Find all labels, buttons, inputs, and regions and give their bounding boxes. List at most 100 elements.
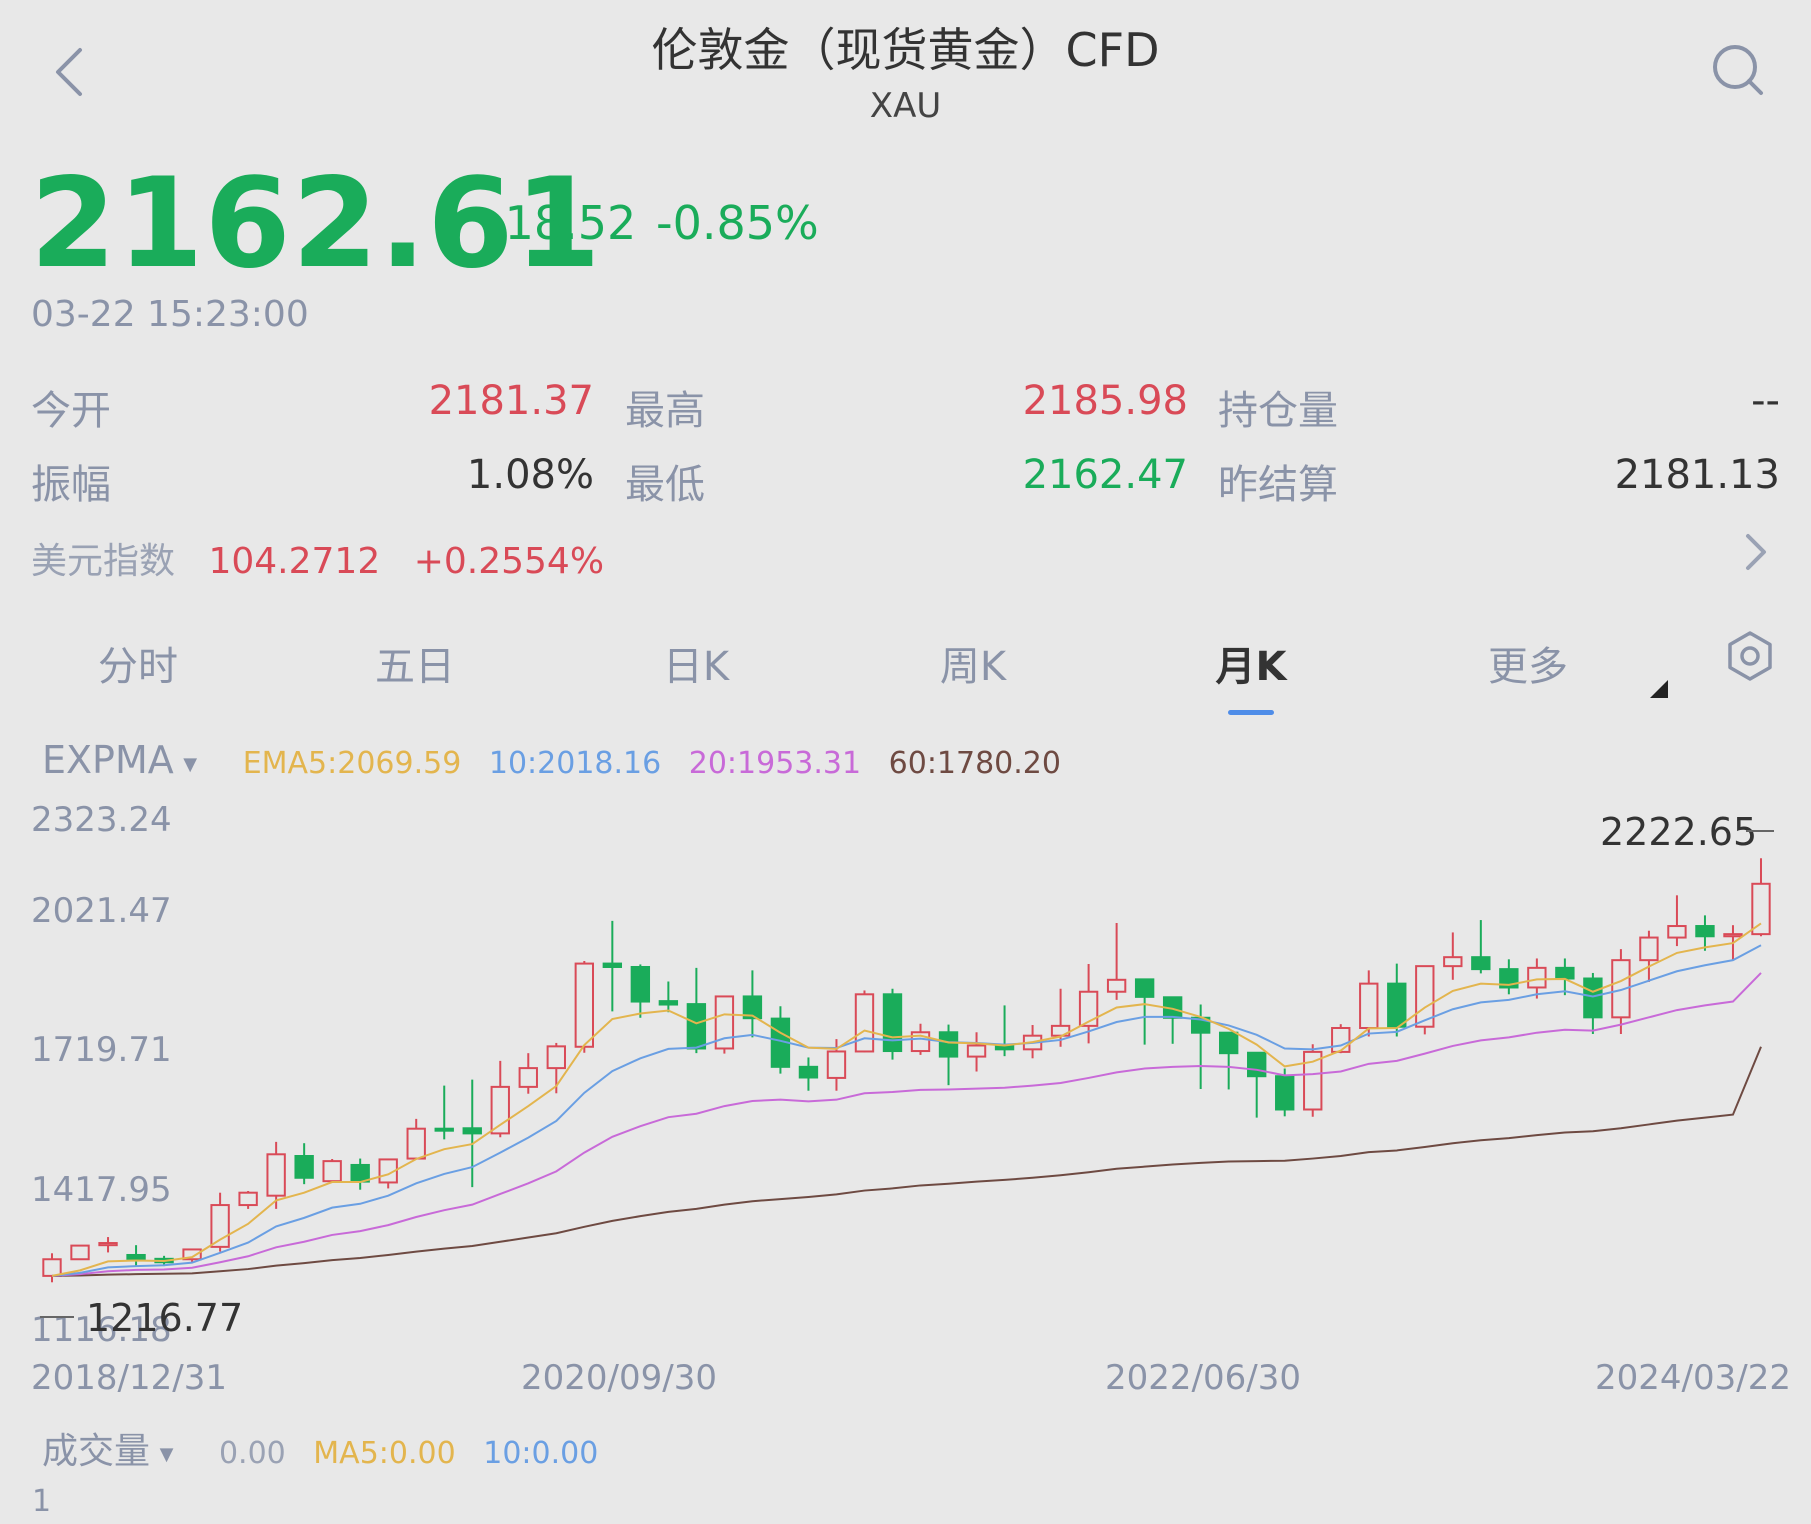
candle-body [518, 1067, 538, 1088]
ema10-value: 10:2018.16 [488, 746, 662, 781]
candle-body [1639, 936, 1659, 962]
page-title: 伦敦金（现货黄金）CFD [651, 23, 1160, 77]
candle-body [1387, 982, 1407, 1028]
ema20-value: 20:1953.31 [688, 746, 862, 781]
tab-daily-k[interactable]: 日K [616, 634, 776, 692]
x-tick-label: 2020/09/30 [521, 1358, 717, 1398]
candle-body [1106, 978, 1127, 993]
open-value: 2181.37 [428, 378, 594, 424]
prev-settle-label: 昨结算 [1218, 462, 1338, 508]
tab-intraday[interactable]: 分时 [58, 634, 218, 692]
candle-body [1667, 925, 1687, 939]
min-price-label: 1216.77 [86, 1296, 244, 1340]
indicator-legend: EXPMA ▼ EMA5:2069.59 10:2018.16 20:1953.… [42, 738, 1079, 782]
indicator-selector[interactable]: EXPMA [42, 738, 174, 782]
low-label: 最低 [625, 462, 705, 508]
x-tick-label: 2024/03/22 [1595, 1358, 1791, 1398]
candle-body [658, 1000, 679, 1006]
candle-body [1471, 956, 1491, 971]
candle-body [1723, 933, 1743, 938]
chart-settings-button[interactable] [1726, 630, 1774, 682]
usd-index-value: 104.2712 [208, 541, 381, 582]
ema60-value: 60:1780.20 [888, 746, 1061, 781]
max-price-tick [1746, 830, 1774, 832]
candle-body [1527, 966, 1547, 989]
active-tab-indicator [1228, 710, 1274, 715]
price-change-percent: -0.85% [656, 196, 819, 250]
candle-body [1303, 1050, 1323, 1111]
chevron-right-icon [1746, 534, 1766, 570]
candle-body [1695, 925, 1715, 938]
candle-body [266, 1153, 286, 1197]
price-change: -18.52 [488, 196, 637, 250]
candle-body [1275, 1075, 1295, 1111]
candle-body [434, 1127, 454, 1132]
tab-weekly-k[interactable]: 周K [893, 634, 1053, 692]
candle-body [854, 993, 875, 1053]
candle-body [490, 1085, 510, 1135]
candle-body [602, 962, 623, 968]
open-interest-label: 持仓量 [1218, 388, 1338, 434]
volume-ma10: 10:0.00 [483, 1436, 599, 1471]
candle-body [1134, 978, 1155, 998]
high-label: 最高 [625, 388, 705, 434]
usd-index-row[interactable]: 美元指数 104.2712 +0.2554% [31, 532, 604, 584]
candle-body [798, 1065, 819, 1079]
candle-body [462, 1127, 482, 1135]
candle-body [630, 965, 651, 1003]
caret-down-icon: ▼ [159, 1444, 174, 1465]
candle-body [1443, 956, 1463, 968]
candle-body [350, 1163, 370, 1183]
tab-monthly-k[interactable]: 月K [1171, 634, 1331, 692]
candle-body [406, 1127, 426, 1160]
search-icon [1713, 45, 1763, 95]
amplitude-label: 振幅 [31, 462, 111, 508]
usd-index-detail-button[interactable] [1736, 528, 1776, 576]
volume-ma5: MA5:0.00 [313, 1436, 456, 1471]
volume-value: 0.00 [218, 1436, 286, 1471]
caret-down-icon: ▼ [183, 754, 198, 775]
volume-legend: 成交量 ▼ 0.00 MA5:0.00 10:0.00 [42, 1422, 598, 1474]
candle-body [1555, 966, 1575, 980]
page-subtitle: XAU [869, 86, 942, 126]
candle-body [1359, 982, 1379, 1030]
usd-index-label: 美元指数 [31, 541, 176, 582]
volume-selector[interactable]: 成交量 [42, 1431, 150, 1472]
settings-icon [1728, 631, 1772, 681]
open-label: 今开 [31, 388, 111, 434]
candle-body [294, 1155, 314, 1179]
candle-body [98, 1242, 118, 1247]
usd-index-change: +0.2554% [413, 541, 605, 582]
candle-body [238, 1191, 258, 1207]
candle-body [70, 1244, 90, 1261]
candle-body [938, 1031, 959, 1058]
ema10-line [51, 944, 1762, 1277]
low-value: 2162.47 [1022, 452, 1188, 498]
candle-body [826, 1050, 847, 1079]
max-price-label: 2222.65 [1600, 810, 1758, 854]
caret-down-icon [1650, 680, 1668, 698]
candle-body [882, 993, 903, 1053]
candle-body [686, 1003, 707, 1050]
candle-body [966, 1044, 987, 1058]
ema20-line [51, 972, 1762, 1277]
tab-more[interactable]: 更多 [1448, 634, 1608, 692]
high-value: 2185.98 [1022, 378, 1188, 424]
volume-axis-label: 1 [32, 1484, 52, 1519]
open-interest-value: -- [1751, 378, 1780, 424]
candle-body [42, 1258, 62, 1277]
candle-body [322, 1160, 342, 1183]
prev-settle-value: 2181.13 [1614, 452, 1780, 498]
amplitude-value: 1.08% [466, 452, 594, 498]
ema5-value: EMA5:2069.59 [242, 746, 462, 781]
candle-body [546, 1045, 566, 1070]
x-tick-label: 2018/12/31 [31, 1358, 227, 1398]
tab-five-day[interactable]: 五日 [335, 634, 495, 692]
candle-body [1583, 977, 1603, 1019]
candle-body [574, 962, 594, 1048]
search-button[interactable] [1708, 40, 1768, 100]
candlestick-chart[interactable] [0, 790, 1811, 1350]
candle-body [1247, 1051, 1267, 1078]
x-tick-label: 2022/06/30 [1105, 1358, 1301, 1398]
candle-body [126, 1253, 146, 1260]
